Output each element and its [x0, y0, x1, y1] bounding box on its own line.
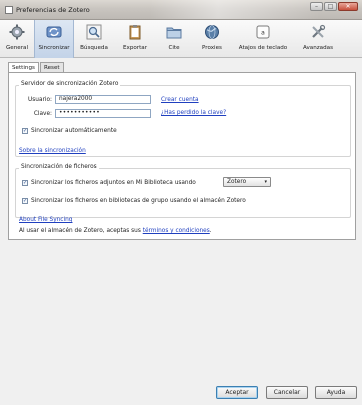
gear-icon [8, 23, 26, 41]
terms-line: Al usar el almacén de Zotero, aceptas su… [19, 228, 212, 234]
tools-icon [309, 23, 327, 41]
toolbar-label-cite: Cite [168, 45, 180, 51]
help-button[interactable]: Ayuda [315, 386, 357, 399]
preferences-toolbar: General Sincronizar Búsqueda Exportar Ci… [0, 20, 362, 58]
toolbar-label-sync: Sincronizar [38, 45, 70, 51]
toolbar-label-shortcuts: Atajos de teclado [238, 45, 288, 51]
library-sync-select-value: Zotero [227, 179, 247, 185]
sync-server-title: Servidor de sincronización Zotero [19, 81, 121, 87]
terms-suffix: . [209, 228, 212, 234]
window-controls: – □ ✕ [310, 2, 358, 11]
library-sync-checkbox[interactable]: ✓ [22, 180, 28, 186]
search-icon [85, 23, 103, 41]
file-sync-group [15, 168, 351, 218]
toolbar-item-proxies[interactable]: Proxies [192, 20, 232, 58]
keyboard-key-icon: a [254, 23, 272, 41]
username-field[interactable]: najera2000 [55, 95, 151, 104]
close-button[interactable]: ✕ [338, 2, 358, 11]
clipboard-icon [126, 23, 144, 41]
password-label: Clave: [33, 111, 52, 117]
cancel-button[interactable]: Cancelar [266, 386, 308, 399]
window-title: Preferencias de Zotero [16, 6, 90, 14]
svg-text:a: a [261, 30, 265, 37]
title-bar-glass [150, 0, 320, 19]
toolbar-label-general: General [5, 45, 29, 51]
toolbar-item-advanced[interactable]: Avanzadas [294, 20, 342, 58]
toolbar-item-cite[interactable]: Cite [156, 20, 192, 58]
minimize-button[interactable]: – [310, 2, 323, 11]
toolbar-label-export: Exportar [122, 45, 148, 51]
file-sync-title: Sincronización de ficheros [19, 164, 99, 170]
terms-link[interactable]: términos y condiciones [143, 228, 210, 234]
auto-sync-checkbox[interactable]: ✓ [22, 128, 28, 134]
maximize-button[interactable]: □ [324, 2, 337, 11]
chevron-down-icon: ▾ [264, 179, 267, 185]
settings-panel: Servidor de sincronización Zotero Usuari… [8, 72, 356, 240]
username-label: Usuario: [28, 97, 52, 103]
window-icon [5, 6, 13, 14]
group-sync-checkbox[interactable]: ✓ [22, 198, 28, 204]
auto-sync-label: Sincronizar automáticamente [31, 128, 117, 134]
toolbar-item-general[interactable]: General [0, 20, 34, 58]
globe-icon [203, 23, 221, 41]
about-sync-link[interactable]: Sobre la sincronización [19, 148, 86, 154]
about-file-sync-link[interactable]: About File Syncing [19, 217, 72, 223]
accept-button[interactable]: Aceptar [216, 386, 258, 399]
toolbar-label-advanced: Avanzadas [302, 45, 334, 51]
toolbar-label-search: Búsqueda [80, 45, 108, 51]
toolbar-item-sync[interactable]: Sincronizar [34, 20, 74, 58]
create-account-link[interactable]: Crear cuenta [161, 97, 199, 103]
library-sync-label: Sincronizar los ficheros adjuntos en Mi … [31, 180, 196, 186]
password-field[interactable]: ••••••••••• [55, 109, 151, 118]
toolbar-item-search[interactable]: Búsqueda [74, 20, 114, 58]
folder-icon [165, 23, 183, 41]
terms-prefix: Al usar el almacén de Zotero, aceptas su… [19, 228, 141, 234]
title-bar: Preferencias de Zotero – □ ✕ [0, 0, 362, 20]
group-sync-label: Sincronizar los ficheros en bibliotecas … [31, 198, 246, 204]
sync-icon [45, 23, 63, 41]
toolbar-item-shortcuts[interactable]: a Atajos de teclado [232, 20, 294, 58]
forgot-password-link[interactable]: ¿Has perdido la clave? [161, 110, 226, 116]
library-sync-select[interactable]: Zotero ▾ [223, 177, 271, 187]
toolbar-label-proxies: Proxies [202, 45, 222, 51]
toolbar-item-export[interactable]: Exportar [114, 20, 156, 58]
